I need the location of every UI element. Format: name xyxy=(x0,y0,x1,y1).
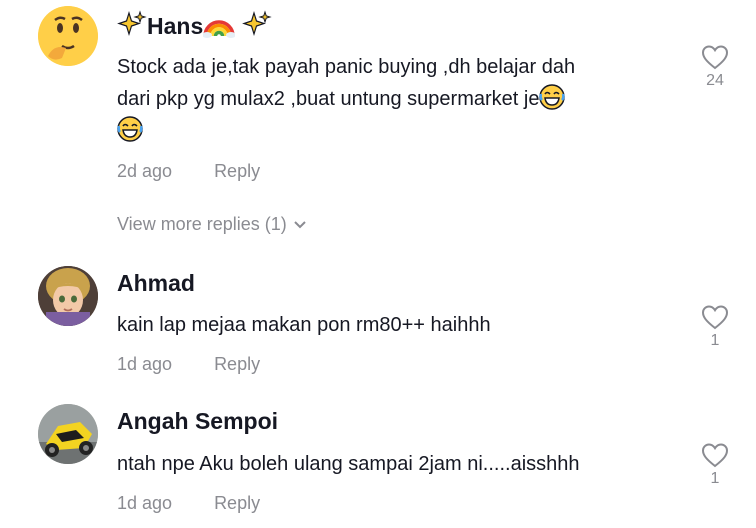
view-more-replies-button[interactable]: View more replies (1) xyxy=(117,214,307,235)
heart-icon xyxy=(701,305,729,330)
tears-of-joy-emoji-icon xyxy=(117,116,143,142)
heart-icon xyxy=(701,443,729,468)
reply-button[interactable]: Reply xyxy=(214,493,260,513)
comment-username-text: Hans xyxy=(147,13,204,39)
chevron-down-icon xyxy=(294,221,306,229)
avatar-image xyxy=(38,266,98,326)
sparkles-icon xyxy=(117,10,147,37)
like-button[interactable]: 24 xyxy=(700,44,730,90)
avatar-image xyxy=(38,404,98,464)
reply-button[interactable]: Reply xyxy=(214,161,260,181)
avatar[interactable] xyxy=(38,6,98,66)
view-more-replies-label: View more replies (1) xyxy=(117,214,287,234)
like-count: 24 xyxy=(706,72,724,89)
comment-meta: 2d ago Reply xyxy=(117,161,260,182)
comment-meta: 1d ago Reply xyxy=(117,493,260,514)
comment-text-segment: dari pkp yg mulax2 ,buat untung supermar… xyxy=(117,88,540,110)
avatar[interactable] xyxy=(38,404,98,464)
comment-time: 2d ago xyxy=(117,161,173,181)
like-button[interactable]: 1 xyxy=(700,304,730,350)
comment-text: ntah npe Aku boleh ulang sampai 2jam ni.… xyxy=(117,453,580,475)
like-button[interactable]: 1 xyxy=(700,442,730,488)
thinking-face-emoji-icon xyxy=(38,6,98,66)
comment-time: 1d ago xyxy=(117,354,173,374)
rainbow-icon xyxy=(203,20,236,38)
tears-of-joy-emoji-icon xyxy=(539,84,566,110)
sparkles-icon xyxy=(241,10,272,37)
comment-text-line: Stock ada je,tak payah panic buying ,dh … xyxy=(117,56,576,78)
comment-meta: 1d ago Reply xyxy=(117,354,260,375)
comment-text: kain lap mejaa makan pon rm80++ haihhh xyxy=(117,314,491,336)
like-count: 1 xyxy=(710,470,720,487)
comment-text: Stock ada je,tak payah panic buying ,dh … xyxy=(117,51,657,147)
comment-text-line xyxy=(117,115,657,147)
comment-username[interactable]: Angah Sempoi xyxy=(117,408,278,435)
comment-text-line: dari pkp yg mulax2 ,buat untung supermar… xyxy=(117,83,657,115)
comment-username[interactable]: Ahmad xyxy=(117,270,195,297)
heart-icon xyxy=(701,45,729,70)
reply-button[interactable]: Reply xyxy=(214,354,260,374)
comment-time: 1d ago xyxy=(117,493,173,513)
avatar[interactable] xyxy=(38,266,98,326)
comment-username[interactable]: Hans xyxy=(117,10,272,40)
like-count: 1 xyxy=(710,332,720,349)
